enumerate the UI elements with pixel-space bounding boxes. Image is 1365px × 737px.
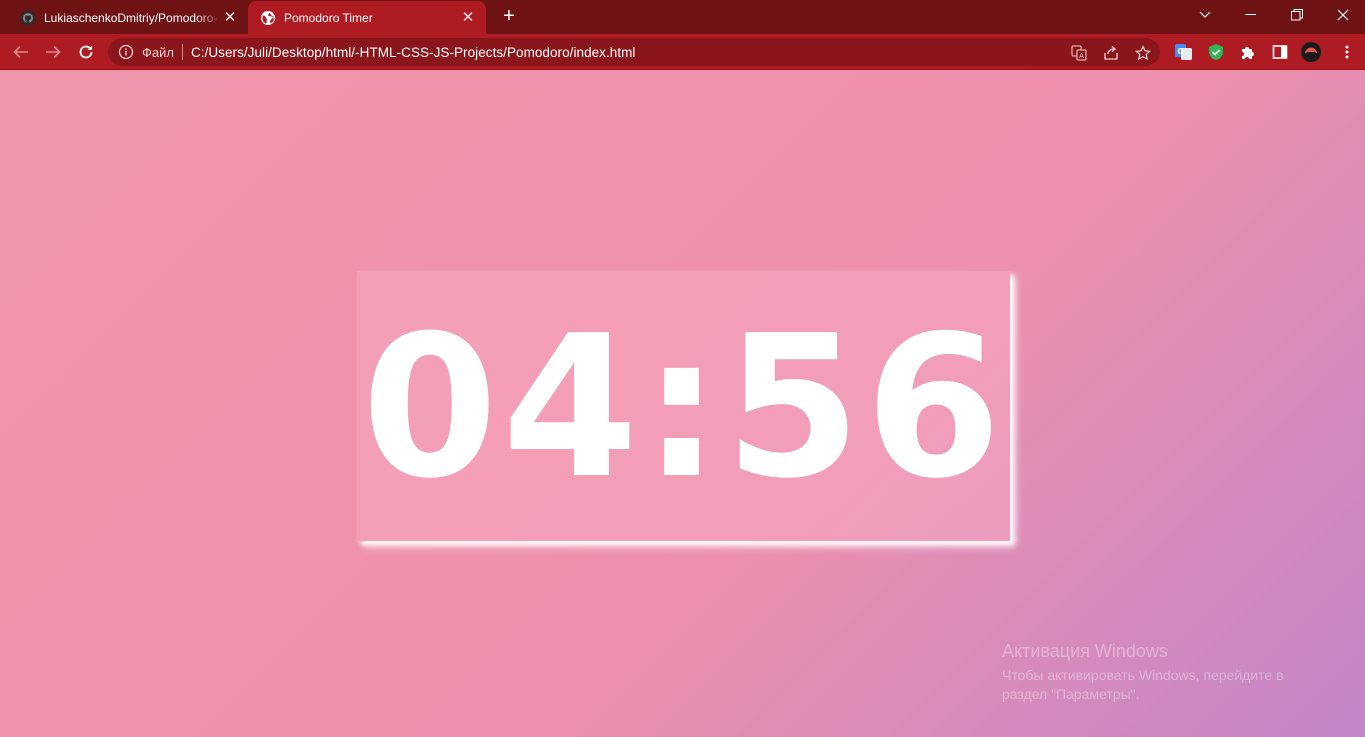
bookmark-star-icon[interactable] (1134, 44, 1152, 62)
tab-pomodoro[interactable]: Pomodoro Timer ✕ (248, 1, 486, 34)
translate-icon[interactable]: A (1070, 44, 1088, 62)
divider (181, 44, 183, 60)
tab-close-icon[interactable]: ✕ (460, 9, 476, 26)
info-icon[interactable] (118, 44, 134, 60)
tab-title: LukiaschenkoDmitriy/Pomodoro- (44, 10, 218, 25)
extensions-puzzle-icon[interactable] (1238, 42, 1258, 62)
restore-icon[interactable] (1275, 0, 1319, 30)
minimize-icon[interactable] (1229, 0, 1273, 30)
timer-display: 04:56 (361, 294, 1006, 522)
plus-icon[interactable]: + (497, 6, 521, 28)
more-menu-icon[interactable] (1337, 42, 1357, 62)
github-icon (20, 10, 36, 25)
timer-card: 04:56 (357, 271, 1010, 541)
reload-icon[interactable] (74, 40, 98, 64)
back-arrow-icon[interactable] (9, 40, 33, 64)
tab-close-icon[interactable]: ✕ (222, 9, 238, 26)
globe-icon (261, 10, 275, 25)
toolbar: Файл C:/Users/Juli/Desktop/html/-HTML-CS… (0, 34, 1365, 70)
chevron-down-icon[interactable] (1183, 0, 1227, 30)
close-icon[interactable] (1321, 0, 1365, 30)
side-panel-icon[interactable] (1270, 42, 1290, 62)
url-text[interactable]: C:/Users/Juli/Desktop/html/-HTML-CSS-JS-… (191, 45, 636, 60)
forward-arrow-icon[interactable] (41, 40, 65, 64)
tab-github[interactable]: LukiaschenkoDmitriy/Pomodoro- ✕ (8, 1, 248, 34)
watermark-subtitle: Чтобы активировать Windows, перейдите в … (1002, 667, 1284, 702)
svg-text:A: A (1079, 52, 1084, 60)
google-translate-extension-icon[interactable]: G (1174, 42, 1194, 62)
watermark-title: Активация Windows (1002, 641, 1168, 661)
security-label: Файл (142, 44, 174, 60)
svg-text:G: G (1177, 47, 1184, 56)
tab-title: Pomodoro Timer (284, 10, 373, 25)
share-icon[interactable] (1102, 44, 1120, 62)
address-bar[interactable]: Файл C:/Users/Juli/Desktop/html/-HTML-CS… (108, 38, 1160, 66)
windows-activation-watermark: Активация Windows Чтобы активировать Win… (1002, 641, 1322, 704)
profile-avatar[interactable] (1301, 42, 1321, 62)
shield-check-extension-icon[interactable] (1206, 42, 1226, 62)
tab-strip: LukiaschenkoDmitriy/Pomodoro- ✕ Pomodoro… (0, 0, 1365, 34)
page-viewport: 04:56 Активация Windows Чтобы активирова… (0, 71, 1365, 737)
